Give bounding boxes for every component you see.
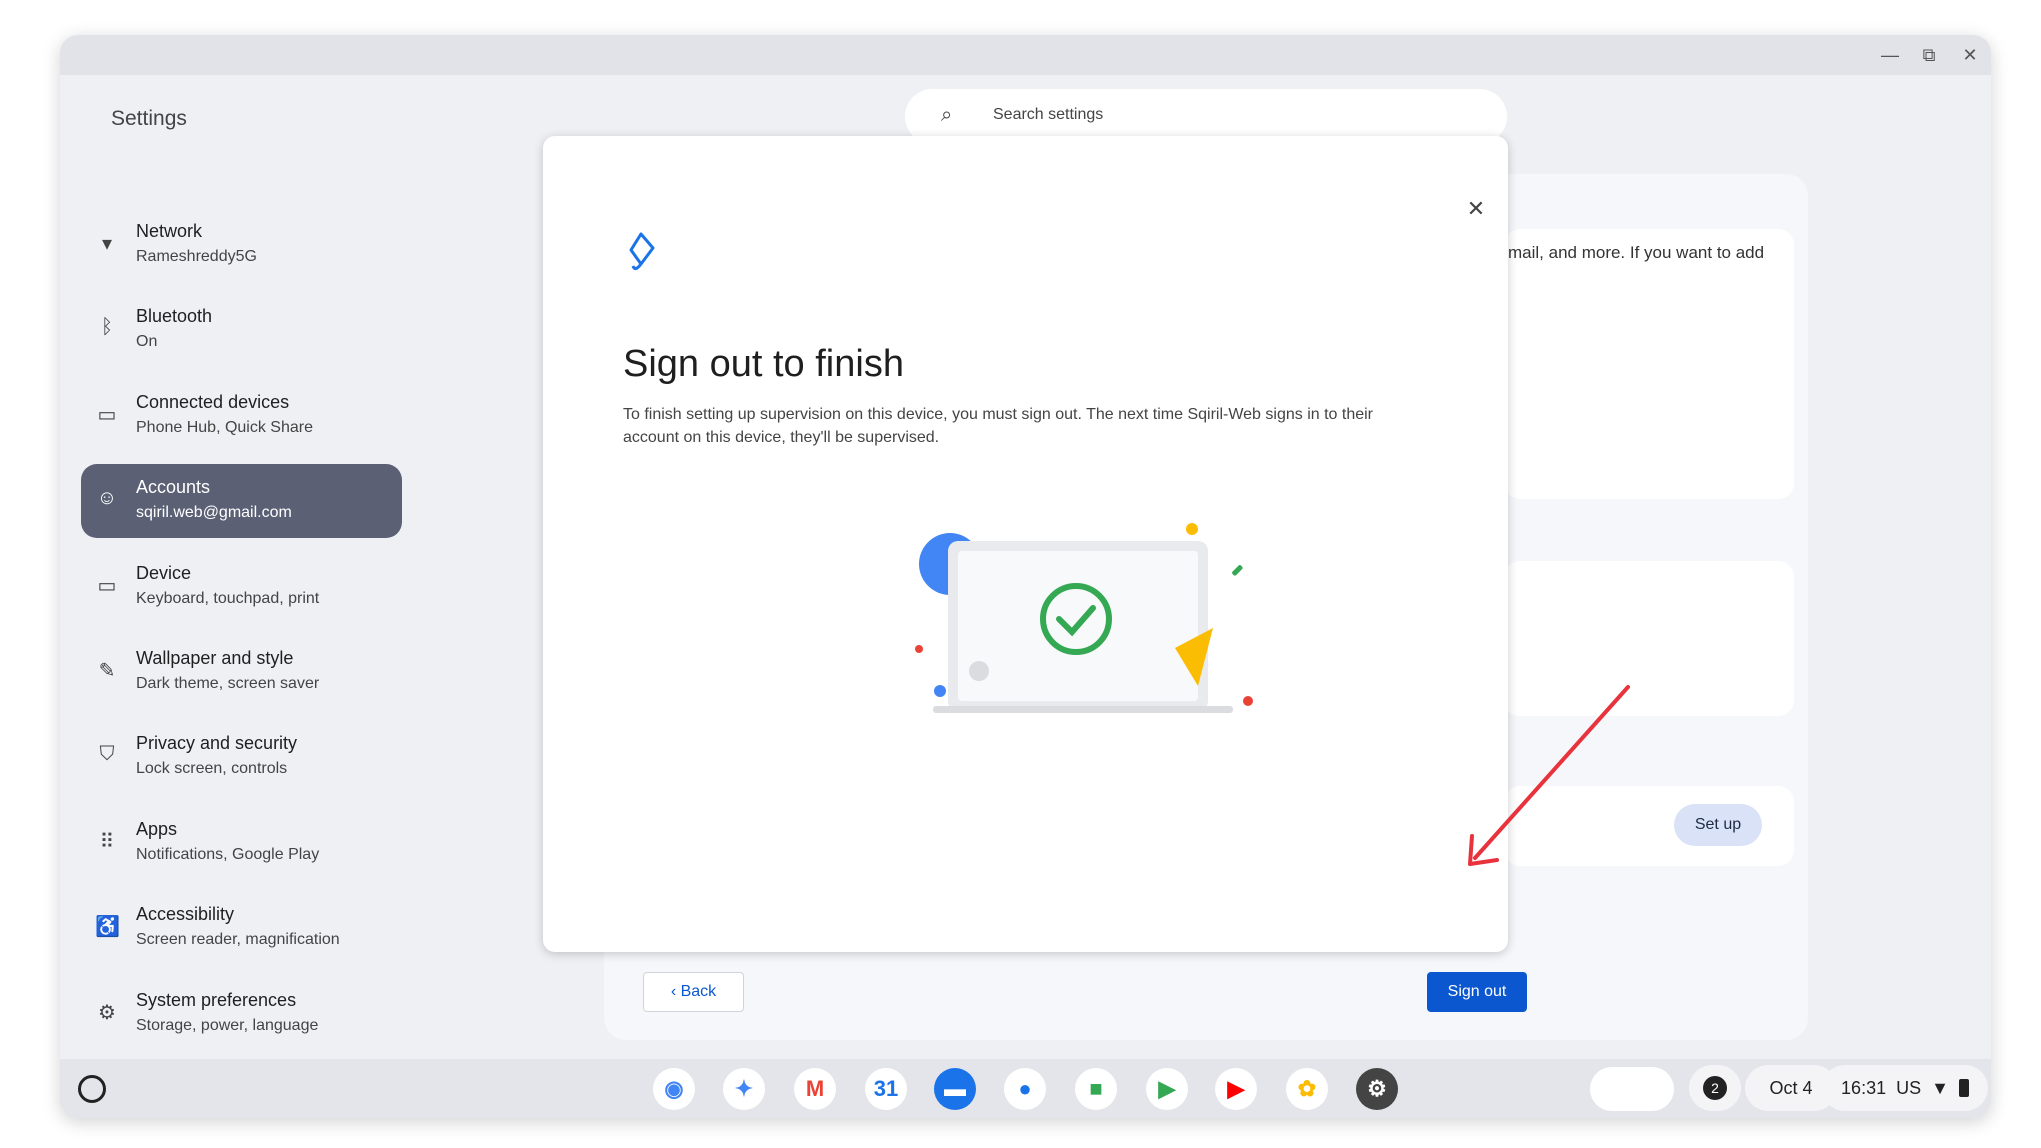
bluetooth-icon: ᛒ (101, 316, 113, 339)
accessibility-icon: ♿ (95, 916, 120, 939)
sidebar-item-accessibility[interactable]: ♿ Accessibility Screen reader, magnificati… (81, 891, 402, 965)
sidebar-item-privacy-and-security[interactable]: ⛉ Privacy and security Lock screen, contro… (81, 720, 402, 794)
sidebar-item-sublabel: Rameshreddy5G (136, 248, 257, 265)
sidebar-item-accounts[interactable]: ☺ Accounts sqiril.web@gmail.com (81, 464, 402, 539)
close-window-icon[interactable]: ✕ (1958, 43, 1982, 67)
search-icon: ⌕ (941, 104, 953, 126)
notification-badge[interactable]: 2 (1689, 1065, 1741, 1111)
sidebar-item-sublabel: Keyboard, touchpad, print (136, 589, 320, 607)
close-icon[interactable]: ✕ (1463, 196, 1489, 222)
palette-icon: ✎ (98, 660, 116, 682)
laptop-icon: ▭ (97, 574, 117, 597)
sidebar-item-label: Bluetooth (136, 306, 213, 327)
sidebar-item-label: Apps (136, 818, 178, 839)
sidebar-item-device[interactable]: ▭ Device Keyboard, touchpad, print (81, 550, 402, 624)
sidebar-item-sublabel: sqiril.web@gmail.com (136, 504, 292, 522)
info-card (1504, 229, 1794, 499)
section-card (1504, 561, 1794, 716)
locale: US (1896, 1077, 1922, 1098)
launcher-icon[interactable] (78, 1075, 106, 1103)
sidebar-item-sublabel: Storage, power, language (136, 1016, 319, 1034)
sign-out-button[interactable]: Sign out (1427, 972, 1527, 1012)
shelf-app-gmail-icon[interactable]: M (794, 1068, 836, 1110)
sign-out-dialog: ✕ Sign out to finish To finish setting u… (543, 136, 1527, 1012)
sidebar-item-label: Wallpaper and style (136, 648, 294, 668)
shelf-app-calendar-icon[interactable]: 31 (865, 1068, 907, 1110)
sidebar-item-sublabel: Phone Hub, Quick Share (136, 418, 313, 436)
accounts-description: mail, and more. If you want to add (1508, 243, 1765, 262)
sidebar-item-label: Accounts (136, 477, 211, 498)
settings-window: — ⧉ ✕ Settings ⌕ Search settings ▾ Networ… (60, 35, 1991, 1118)
sidebar-item-bluetooth[interactable]: ᛒ Bluetooth On (81, 293, 402, 367)
sidebar-item-connected-devices[interactable]: ▭ Connected devices Phone Hub, Quick Share (81, 379, 402, 453)
shelf-app-messages-icon[interactable]: ● (1004, 1068, 1046, 1110)
title-bar: — ⧉ ✕ (60, 35, 1991, 75)
sidebar-item-sublabel: Dark theme, screen saver (136, 675, 320, 692)
sidebar-item-sublabel: Lock screen, controls (136, 760, 288, 778)
set-up-button[interactable]: Set up (1674, 804, 1762, 846)
status-tray[interactable]: 16:31 US ▼ (1822, 1065, 1988, 1111)
laptop-check-illustration (915, 523, 1253, 713)
sidebar-item-label: System preferences (136, 989, 297, 1010)
sidebar-item-sublabel: On (136, 333, 158, 351)
sidebar-item-label: Connected devices (136, 391, 290, 412)
dialog-body: To finish setting up supervision on this… (623, 406, 1373, 446)
shelf-app-chrome-icon[interactable]: ◉ (653, 1068, 695, 1110)
shelf-app-meet-icon[interactable]: ■ (1075, 1068, 1117, 1110)
back-label: Back (680, 983, 717, 1000)
search-placeholder: Search settings (993, 106, 1104, 123)
sidebar-item-label: Network (136, 221, 203, 241)
wifi-icon: ▾ (101, 233, 113, 255)
chevron-left-icon: ‹ (670, 983, 681, 1000)
notification-count: 2 (1703, 1076, 1727, 1100)
family-link-icon (629, 232, 655, 271)
sidebar-item-apps[interactable]: ⠿ Apps Notifications, Google Play (81, 806, 402, 880)
sidebar-item-label: Device (136, 562, 192, 583)
minimize-icon[interactable]: — (1878, 43, 1902, 67)
app-title: Settings (111, 107, 187, 130)
dialog-title: Sign out to finish (623, 343, 904, 385)
shelf-app-gemini-icon[interactable]: ✦ (723, 1068, 765, 1110)
apps-grid-icon: ⠿ (99, 830, 115, 853)
sidebar-item-wallpaper-and-style[interactable]: ✎ Wallpaper and style Dark theme, screen s… (81, 635, 402, 709)
maximize-icon[interactable]: ⧉ (1917, 43, 1941, 67)
shelf-app-settings-icon[interactable]: ⚙ (1356, 1068, 1398, 1110)
gear-icon: ⚙ (98, 1001, 116, 1024)
shelf-app-youtube-icon[interactable]: ▶ (1215, 1068, 1257, 1110)
back-button[interactable]: ‹ Back (643, 972, 744, 1012)
shelf-app-files-icon[interactable]: ▬ (934, 1068, 976, 1110)
battery-icon (1958, 1079, 1969, 1097)
time: 16:31 (1841, 1077, 1887, 1098)
devices-icon: ▭ (97, 403, 117, 426)
sidebar-item-label: Privacy and security (136, 733, 298, 754)
shelf-app-play-store-icon[interactable]: ▶ (1146, 1068, 1188, 1110)
sidebar-item-label: Accessibility (136, 904, 235, 925)
shield-icon: ⛉ (99, 743, 115, 766)
sidebar-item-sublabel: Screen reader, magnification (136, 931, 340, 949)
screenshot-thumbnail[interactable] (1590, 1067, 1674, 1111)
wifi-icon: ▼ (1931, 1077, 1949, 1098)
date: Oct 4 (1769, 1077, 1813, 1098)
shelf-app-photos-icon[interactable]: ✿ (1286, 1068, 1328, 1110)
sidebar-item-system-preferences[interactable]: ⚙ System preferences Storage, power, langu… (81, 977, 402, 1051)
sidebar-item-network[interactable]: ▾ Network Rameshreddy5G (81, 208, 402, 282)
shelf: ◉ ✦ M 31 ▬ ● ■ ▶ ▶ ✿ ⚙ 2 Oct 4 16:31 US ▼ (60, 1059, 1991, 1118)
sidebar-item-sublabel: Notifications, Google Play (136, 845, 320, 863)
account-icon: ☺ (96, 487, 118, 510)
